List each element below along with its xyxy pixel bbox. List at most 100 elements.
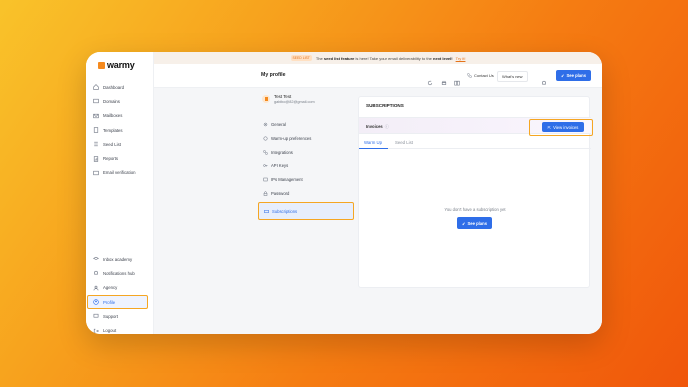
banner-badge: SEED LIST (290, 55, 312, 61)
sidebar-item-label: Profile (103, 299, 116, 305)
info-icon[interactable]: ⓘ (385, 124, 389, 129)
phone-icon (467, 73, 472, 78)
profile-menu-integrations[interactable]: Integrations (258, 145, 354, 159)
sidebar-item-label: Reports (103, 156, 119, 162)
sidebar-nav-bottom: Inbox academy Notifications hub Agency P… (86, 252, 154, 334)
whats-new-button[interactable]: What's new (497, 71, 528, 82)
avatar (262, 95, 270, 103)
profile-menu-api-keys[interactable]: API Keys (258, 159, 354, 173)
tab-warm-up[interactable]: Warm Up (364, 140, 382, 145)
sidebar-item-dashboard[interactable]: Dashboard (86, 80, 154, 94)
sidebar-item-support[interactable]: Support (86, 309, 154, 323)
profile-menu: General Warm-up preferences Integrations… (258, 118, 354, 221)
domain-icon (93, 98, 99, 104)
template-icon (93, 127, 99, 133)
sidebar-item-agency[interactable]: Agency (86, 281, 154, 295)
mailbox-icon (93, 113, 99, 119)
bell-icon[interactable] (541, 73, 547, 85)
invoices-label: Invoices ⓘ (366, 124, 389, 130)
contact-us-label: Contact Us (474, 73, 494, 78)
banner-feature: seed list feature (323, 55, 355, 61)
gear-icon (263, 122, 268, 127)
profile-menu-label: Integrations (271, 149, 293, 155)
academy-icon (93, 256, 99, 262)
support-icon (93, 313, 99, 319)
sliders-icon (263, 136, 268, 141)
verify-icon (93, 170, 99, 176)
invoices-row: Invoices ⓘ ⇱ View invoices (359, 117, 593, 136)
profile-menu-label: Warm-up preferences (271, 136, 312, 142)
avatar-logo-icon (264, 97, 268, 101)
page-title: My profile (261, 72, 286, 78)
sidebar-item-label: Seed List (103, 141, 121, 147)
lock-icon (263, 191, 268, 196)
profile-menu-warmup-preferences[interactable]: Warm-up preferences (258, 132, 354, 146)
contact-us-button[interactable]: Contact Us (467, 73, 494, 78)
rocket-icon: ➶ (461, 220, 466, 226)
refresh-icon[interactable] (427, 73, 433, 86)
see-plans-label: See plans (566, 73, 587, 78)
profile-menu-label: Subscriptions (272, 208, 298, 214)
list-icon (93, 141, 99, 147)
server-icon (263, 177, 268, 182)
view-invoices-button[interactable]: ⇱ View invoices (542, 122, 584, 132)
banner-text-pre: The (315, 55, 323, 61)
card-icon (264, 209, 269, 214)
subscriptions-title: SUBSCRIPTIONS (366, 103, 404, 108)
sidebar-item-label: Mailboxes (103, 113, 123, 119)
profile-menu-label: API Keys (271, 163, 289, 169)
see-plans-button[interactable]: ➶ See plans (556, 70, 591, 81)
announcement-banner: SEED LIST The seed list feature is here!… (154, 52, 602, 64)
tab-seed-list[interactable]: Seed List (395, 140, 413, 145)
report-icon (93, 155, 99, 162)
top-header: My profile Contact Us What's new ➶ See p… (154, 64, 602, 88)
sidebar-item-templates[interactable]: Templates (86, 123, 154, 137)
sidebar-item-logout[interactable]: Logout (86, 323, 154, 334)
warmy-logo[interactable]: warmy (98, 60, 135, 70)
user-email: gabibo@82@gmail.com (274, 100, 315, 104)
sidebar-item-profile[interactable]: Profile (87, 294, 148, 310)
sidebar-item-label: Notifications hub (103, 270, 135, 276)
profile-menu-label: Password (271, 190, 290, 196)
sidebar-item-label: Logout (103, 328, 117, 334)
sidebar-item-notifications-hub[interactable]: Notifications hub (86, 266, 154, 280)
see-plans-label: See plans (467, 220, 488, 226)
sidebar-item-label: Inbox academy (103, 256, 133, 262)
sidebar-item-domains[interactable]: Domains (86, 94, 154, 108)
profile-menu-ips-management[interactable]: IPs Management (258, 173, 354, 187)
sidebar-item-label: Domains (103, 98, 120, 104)
user-name: Test Test (274, 94, 292, 99)
subscriptions-panel: SUBSCRIPTIONS Invoices ⓘ ⇱ View invoices … (358, 96, 593, 288)
logout-icon (93, 328, 99, 334)
sidebar-item-label: Email verification (103, 170, 136, 176)
bell-icon (93, 270, 99, 276)
profile-menu-password[interactable]: Password (258, 186, 354, 200)
profile-user-card: Test Test gabibo@82@gmail.com (262, 94, 315, 104)
profile-menu-label: General (271, 122, 286, 128)
sidebar-item-label: Templates (103, 127, 123, 133)
key-icon (263, 163, 268, 168)
banner-emphasis: next level! (433, 55, 453, 61)
sidebar-item-reports[interactable]: Reports (86, 151, 154, 165)
book-icon[interactable] (454, 73, 460, 86)
see-plans-button[interactable]: ➶ See plans (457, 217, 492, 229)
sidebar-item-mailboxes[interactable]: Mailboxes (86, 109, 154, 123)
sidebar-item-seed-list[interactable]: Seed List (86, 137, 154, 151)
sidebar-item-inbox-academy[interactable]: Inbox academy (86, 252, 154, 266)
empty-state-message: You don't have a subscription yet (444, 207, 506, 212)
active-tab-underline (359, 148, 388, 150)
banner-try-link[interactable]: Try it! (456, 56, 466, 61)
sidebar-item-label: Dashboard (103, 84, 125, 90)
logo-mark-icon (98, 61, 105, 69)
subscription-tabs: Warm Up Seed List (359, 137, 591, 150)
sidebar-item-email-verification[interactable]: Email verification (86, 166, 154, 180)
sidebar-nav-main: Dashboard Domains Mailboxes Templates Se… (86, 80, 154, 180)
sidebar: warmy Dashboard Domains Mailboxes Templa… (86, 52, 154, 334)
agency-icon (93, 285, 99, 291)
view-invoices-label: View invoices (553, 124, 579, 130)
printer-icon[interactable] (441, 73, 447, 85)
profile-menu-general[interactable]: General (258, 118, 354, 132)
home-icon (93, 84, 99, 90)
profile-menu-subscriptions[interactable]: Subscriptions (258, 202, 354, 221)
sidebar-item-label: Support (103, 313, 119, 319)
